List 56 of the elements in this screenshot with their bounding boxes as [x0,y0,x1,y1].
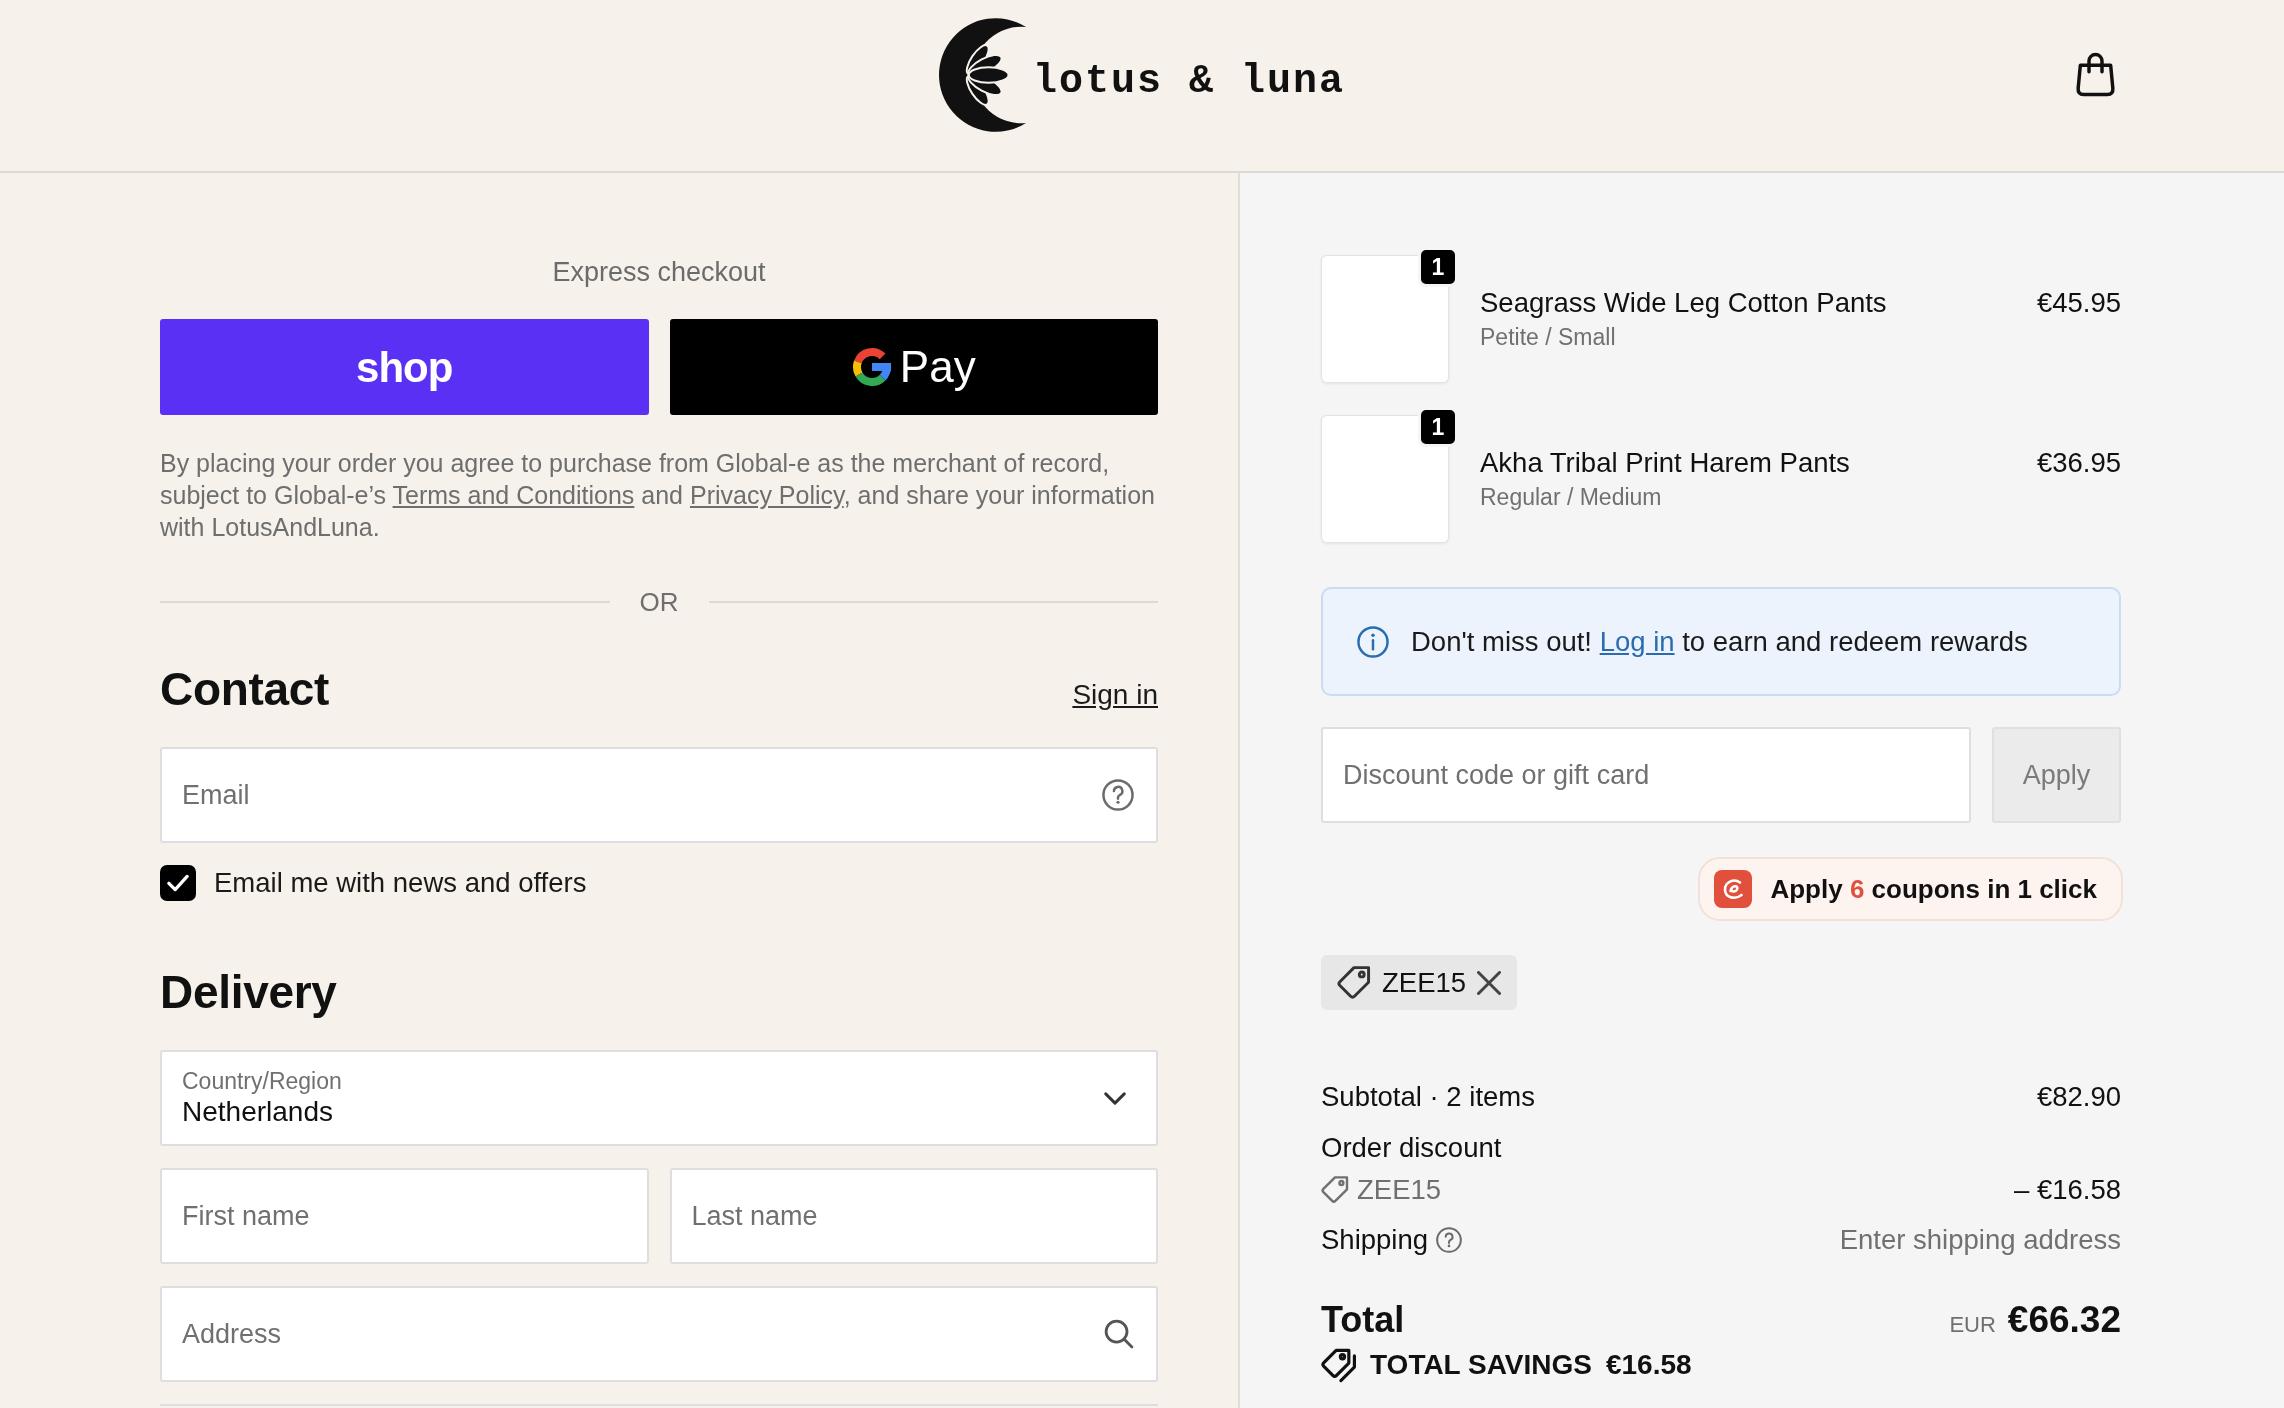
summary-label: Shipping [1321,1223,1429,1258]
summary-label: Subtotal · 2 items [1321,1080,1535,1115]
checkbox[interactable] [160,865,196,901]
tag-icon [1321,1176,1349,1204]
shop-button[interactable]: shop [160,319,649,415]
product-price: €36.95 [2036,446,2121,480]
summary-value: €82.90 [2036,1080,2121,1115]
product-variant: Petite / Small [1480,323,1617,352]
crescent-lotus-icon [938,17,1027,132]
info-icon [1357,625,1389,658]
checkbox-label: Email me with news and offers [214,866,587,901]
discount-code: ZEE15 [1382,965,1467,1000]
text-field[interactable]: First name [160,1168,649,1264]
swirl-icon [1714,870,1753,908]
g-logo-icon [851,347,892,387]
savings-label: TOTAL SAVINGS [1370,1348,1592,1382]
legal-notice: By placing your order you agree to purchase from Global-e as the merchant of record, subject to Global-e’s Terms and Conditions and Privacy Policy, and share your information with LotusAndLuna. [160,448,1156,543]
legal-link[interactable]: Terms and Conditions [392,481,635,509]
checkmark-icon [167,874,189,892]
summary-label: Order discount [1321,1131,1502,1166]
sign-in-link[interactable]: Sign in [1072,678,1158,712]
help-icon[interactable] [1102,779,1134,811]
quantity-badge: 1 [1418,247,1458,287]
pay-button[interactable]: Pay [669,319,1158,415]
tags-icon [1321,1347,1356,1383]
express-checkout-title: Express checkout [551,256,767,289]
product-name: Akha Tribal Print Harem Pants [1480,446,1850,480]
product-name: Seagrass Wide Leg Cotton Pants [1480,286,1887,320]
address-search-field[interactable]: Address [160,1286,1158,1382]
total-label: Total [1321,1298,1405,1342]
close-icon[interactable] [1477,970,1502,995]
search-icon[interactable] [1104,1319,1134,1349]
section-heading: Delivery [160,965,338,1020]
divider-text: OR [639,585,679,619]
login-link[interactable]: Log in [1599,625,1675,657]
product-price: €45.95 [2036,286,2121,320]
product-variant: Regular / Medium [1480,483,1663,512]
discount-code: ZEE15 [1357,1173,1442,1208]
quantity-badge: 1 [1418,407,1458,447]
total-price: €66.32 [2007,1299,2121,1340]
help-icon[interactable] [1436,1227,1463,1253]
currency-code: EUR [1949,1312,1996,1337]
shipping-value: Enter shipping address [1839,1223,2121,1258]
apply-coupons-button[interactable]: Apply 6 coupons in 1 click [1698,857,2123,921]
discount-amount: – €16.58 [2013,1173,2121,1208]
store-logo[interactable]: lotus & luna [938,17,1345,132]
email-field[interactable]: Email [160,747,1158,843]
section-heading: Contact [160,662,330,717]
rewards-message: Don't miss out! Log in to earn and redeem rewards [1411,624,2028,659]
country-select[interactable]: Country/Region Netherlands [160,1050,1158,1146]
shopping-bag-icon[interactable] [2076,52,2115,97]
tag-icon [1337,965,1371,1000]
chevron-down-icon [1104,1091,1126,1105]
legal-link[interactable]: Privacy Policy [689,481,844,509]
savings-amount: €16.58 [1605,1348,1692,1382]
text-field[interactable]: Last name [669,1168,1158,1264]
